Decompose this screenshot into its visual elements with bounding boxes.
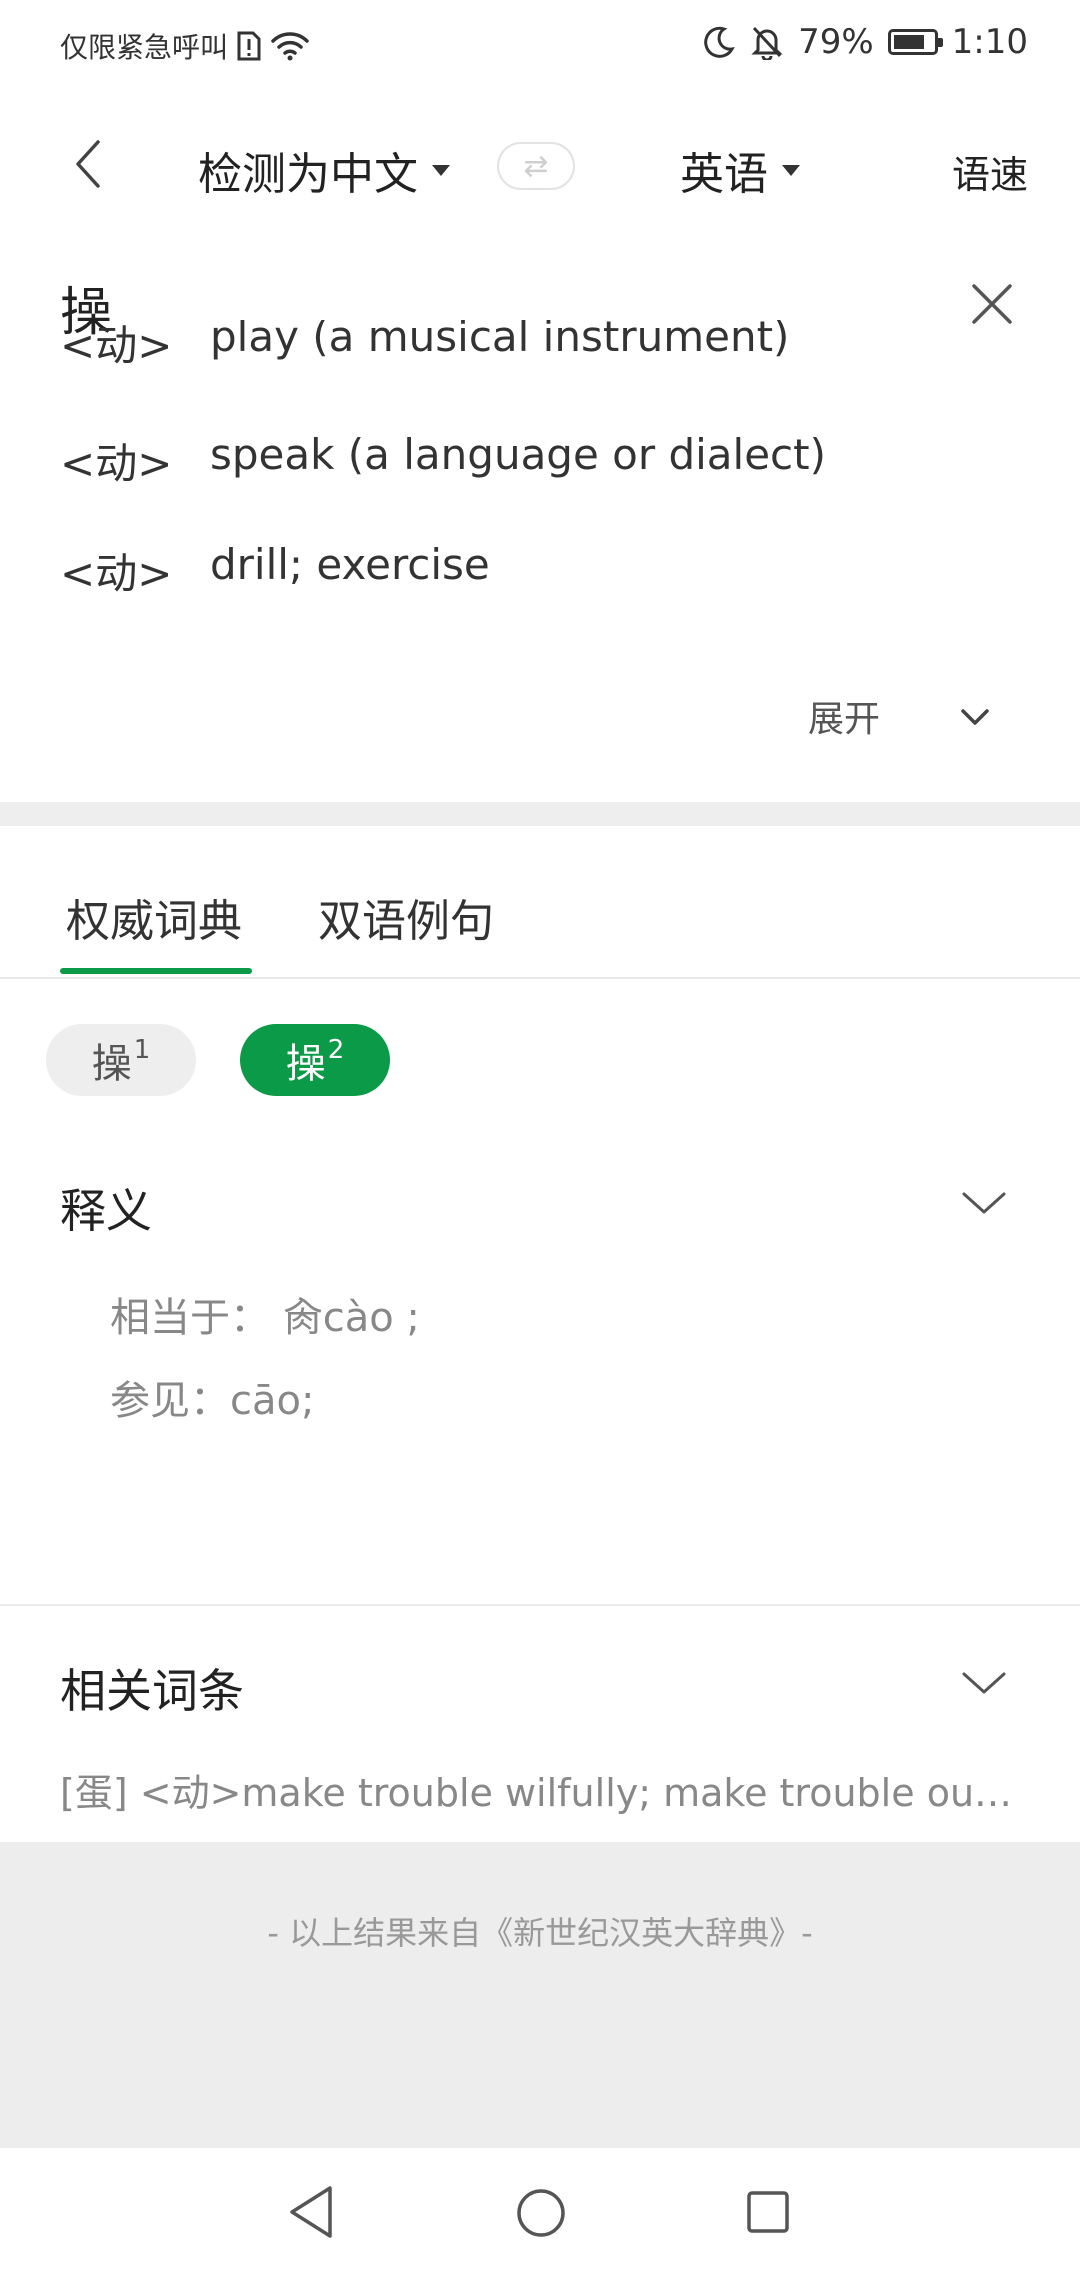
clock: 1:10 xyxy=(951,22,1028,62)
caret-down-icon xyxy=(432,164,450,176)
tab-divider xyxy=(0,977,1080,979)
query-area xyxy=(0,230,1080,320)
tab-bilingual-examples[interactable]: 双语例句 xyxy=(318,885,494,949)
swap-icon: ⇄ xyxy=(523,148,549,184)
sim-alert-icon xyxy=(237,31,261,61)
status-bar: 仅限紧急呼叫 79% 1:10 xyxy=(0,0,1080,92)
source-attribution: - 以上结果来自《新世纪汉英大辞典》- xyxy=(267,1914,813,1952)
definition-row: <动> drill; exercise xyxy=(60,540,490,601)
battery-percent: 79% xyxy=(798,22,874,62)
entry-chip-1[interactable]: 操1 xyxy=(46,1024,196,1096)
equivalent-line: 相当于： 肏cào ; xyxy=(110,1295,420,1341)
status-right: 79% 1:10 xyxy=(702,22,1028,62)
see-also-line[interactable]: 参见：cāo; xyxy=(110,1368,314,1426)
divider xyxy=(0,1604,1080,1606)
source-language-selector[interactable]: 检测为中文 xyxy=(198,138,450,202)
tab-authoritative-dictionary[interactable]: 权威词典 xyxy=(66,885,242,949)
part-of-speech: <动> xyxy=(60,321,173,370)
related-entries-title: 相关词条 xyxy=(60,1664,244,1718)
back-icon[interactable] xyxy=(68,138,112,190)
definition-text: drill; exercise xyxy=(210,540,490,589)
battery-icon xyxy=(887,29,943,55)
status-left: 仅限紧急呼叫 xyxy=(60,26,310,66)
footer-band xyxy=(0,1842,1080,2148)
caret-down-icon xyxy=(782,164,800,176)
chip-superscript: 2 xyxy=(327,1035,345,1065)
source-language-label: 检测为中文 xyxy=(198,149,418,200)
nav-back-icon[interactable] xyxy=(286,2184,336,2240)
definition-row: <动> speak (a language or dialect) xyxy=(60,430,826,491)
definition-text: play (a musical instrument) xyxy=(210,320,790,361)
chevron-down-icon[interactable] xyxy=(960,1668,1008,1698)
definition-list: <动> play (a musical instrument) <动> spea… xyxy=(0,320,1080,620)
system-nav-bar xyxy=(0,2148,1080,2280)
definition-section-title: 释义 xyxy=(60,1184,152,1238)
chevron-down-icon[interactable] xyxy=(958,700,992,734)
part-of-speech: <动> xyxy=(60,549,173,598)
carrier-text: 仅限紧急呼叫 xyxy=(60,31,229,64)
chip-label: 操 xyxy=(285,1041,326,1087)
part-of-speech: <动> xyxy=(60,439,173,488)
translate-header: 检测为中文 ⇄ 英语 语速 xyxy=(0,100,1080,230)
expand-button[interactable]: 展开 xyxy=(808,690,880,742)
bell-off-icon xyxy=(751,26,783,60)
section-separator xyxy=(0,802,1080,826)
target-language-selector[interactable]: 英语 xyxy=(680,138,800,202)
definition-text: speak (a language or dialect) xyxy=(210,430,826,479)
battery-fill xyxy=(893,35,924,49)
nav-recent-apps-icon[interactable] xyxy=(746,2190,790,2234)
speech-speed-button[interactable]: 语速 xyxy=(952,144,1028,199)
wifi-icon xyxy=(271,32,309,61)
target-language-label: 英语 xyxy=(680,149,768,200)
entry-chip-2[interactable]: 操2 xyxy=(240,1024,390,1096)
definition-row: <动> play (a musical instrument) xyxy=(60,320,789,373)
chevron-down-icon[interactable] xyxy=(960,1188,1008,1218)
swap-languages-button[interactable]: ⇄ xyxy=(497,142,575,190)
nav-home-icon[interactable] xyxy=(516,2188,566,2238)
moon-icon xyxy=(704,26,735,58)
active-tab-indicator xyxy=(60,968,252,974)
chip-superscript: 1 xyxy=(133,1035,151,1065)
chip-label: 操 xyxy=(91,1041,132,1087)
related-entry-item[interactable]: [蛋] <动>make trouble wilfully; make troub… xyxy=(60,1762,1020,1817)
